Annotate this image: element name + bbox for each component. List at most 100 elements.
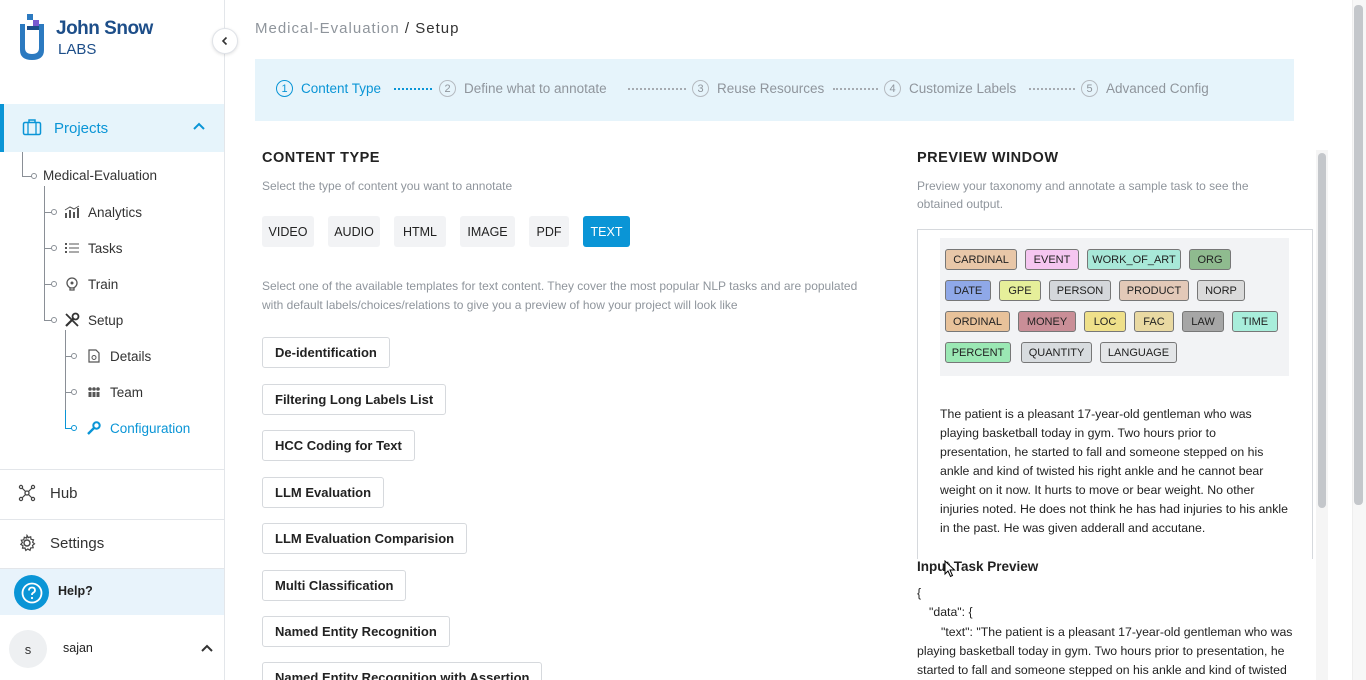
step-reuse-resources[interactable]: 3 Reuse Resources	[692, 80, 824, 97]
step-label: Define what to annotate	[464, 81, 607, 96]
content-type-image[interactable]: IMAGE	[460, 216, 515, 247]
json-line: "text": "The patient is a pleasant 17-ye…	[941, 625, 1293, 639]
help-button[interactable]: Help?	[0, 569, 224, 615]
sidebar-item-analytics[interactable]: Analytics	[64, 204, 142, 220]
label-chip[interactable]: PRODUCT	[1119, 280, 1189, 301]
label-chip[interactable]: CARDINAL	[945, 249, 1017, 270]
label-chip[interactable]: NORP	[1197, 280, 1245, 301]
sidebar-item-label: Settings	[50, 534, 105, 552]
input-task-preview-title: Input Task Preview	[917, 559, 1039, 574]
label-chip[interactable]: ORDINAL	[945, 311, 1010, 332]
template-deidentification[interactable]: De-identification	[262, 337, 390, 368]
content-type-video[interactable]: VIDEO	[262, 216, 314, 247]
json-line: "data": {	[929, 605, 973, 619]
breadcrumb-current: Setup	[415, 20, 460, 37]
sidebar-item-setup[interactable]: Setup	[64, 312, 123, 328]
template-llm-evaluation-comparison[interactable]: LLM Evaluation Comparision	[262, 523, 468, 554]
tree-node	[51, 209, 57, 215]
sidebar-item-settings[interactable]: Settings	[0, 519, 224, 567]
sidebar-item-configuration[interactable]: Configuration	[86, 420, 190, 436]
sidebar-item-label: Projects	[54, 119, 109, 137]
breadcrumb-separator: /	[399, 20, 416, 37]
label-chip[interactable]: ORG	[1189, 249, 1231, 270]
step-advanced-config[interactable]: 5 Advanced Config	[1081, 80, 1209, 97]
label-chip[interactable]: DATE	[945, 280, 991, 301]
preview-title: PREVIEW WINDOW	[917, 150, 1059, 166]
template-llm-evaluation[interactable]: LLM Evaluation	[262, 477, 385, 508]
sidebar-item-projects[interactable]: Projects	[0, 104, 224, 152]
brand-subname: LABS	[58, 41, 97, 58]
label-chip[interactable]: QUANTITY	[1021, 342, 1092, 363]
user-menu[interactable]: s sajan	[0, 624, 224, 674]
sample-task-text[interactable]: The patient is a pleasant 17-year-old ge…	[940, 405, 1290, 538]
page-scrollbar-thumb[interactable]	[1354, 5, 1363, 505]
template-ner-assertion[interactable]: Named Entity Recognition with Assertion	[262, 662, 543, 680]
tree-connector	[44, 186, 45, 320]
sidebar-item-label: Configuration	[110, 420, 191, 436]
tree-node	[71, 425, 77, 431]
label-chip[interactable]: PERSON	[1049, 280, 1111, 301]
sidebar-item-team[interactable]: Team	[86, 384, 143, 400]
hub-icon	[18, 484, 36, 502]
step-number: 5	[1081, 80, 1098, 97]
help-icon	[14, 575, 49, 610]
preview-scrollbar-thumb[interactable]	[1318, 153, 1326, 508]
label-chip[interactable]: FAC	[1134, 311, 1174, 332]
content-type-pdf[interactable]: PDF	[529, 216, 569, 247]
label-chip[interactable]: GPE	[999, 280, 1041, 301]
sidebar-item-hub[interactable]: Hub	[0, 469, 224, 517]
content-type-text[interactable]: TEXT	[583, 216, 630, 247]
label-chip[interactable]: WORK_OF_ART	[1087, 249, 1181, 270]
content-type-subtitle: Select the type of content you want to a…	[262, 179, 513, 193]
step-connector	[1029, 88, 1075, 90]
tree-connector	[22, 152, 23, 176]
breadcrumb: Medical-Evaluation / Setup	[255, 20, 459, 37]
tree-node	[71, 353, 77, 359]
label-chip[interactable]: LOC	[1084, 311, 1126, 332]
label-chip[interactable]: LANGUAGE	[1100, 342, 1177, 363]
breadcrumb-project[interactable]: Medical-Evaluation	[255, 20, 400, 37]
sidebar-item-tasks[interactable]: Tasks	[64, 240, 123, 256]
content-type-audio[interactable]: AUDIO	[328, 216, 380, 247]
chevron-up-icon[interactable]	[192, 120, 206, 134]
chart-icon	[64, 205, 80, 218]
tree-node	[31, 173, 37, 179]
sidebar-item-details[interactable]: Details	[86, 348, 151, 364]
label-chip[interactable]: EVENT	[1025, 249, 1079, 270]
sidebar-item-label: Details	[110, 348, 152, 364]
step-define-annotate[interactable]: 2 Define what to annotate	[439, 80, 607, 97]
step-number: 2	[439, 80, 456, 97]
tree-project[interactable]: Medical-Evaluation	[43, 168, 157, 183]
step-label: Reuse Resources	[717, 81, 825, 96]
content-type-title: CONTENT TYPE	[262, 150, 380, 166]
template-multi-classification[interactable]: Multi Classification	[262, 570, 407, 601]
avatar: s	[9, 630, 47, 668]
sidebar-collapse-button[interactable]	[212, 28, 238, 54]
sidebar-item-label: Setup	[88, 312, 124, 328]
app-window: John Snow LABS Projects Medical-Evaluati…	[0, 0, 1366, 680]
template-ner[interactable]: Named Entity Recognition	[262, 616, 450, 647]
user-name: sajan	[63, 641, 93, 655]
list-icon	[65, 243, 79, 253]
chevron-up-icon[interactable]	[200, 642, 214, 656]
json-line: {	[917, 586, 922, 600]
step-content-type[interactable]: 1 Content Type	[276, 80, 381, 97]
tree-node	[51, 245, 57, 251]
label-chip[interactable]: MONEY	[1018, 311, 1076, 332]
label-chip[interactable]: LAW	[1182, 311, 1224, 332]
label-chip[interactable]: TIME	[1232, 311, 1278, 332]
gear-icon	[19, 534, 36, 552]
template-hcc-coding[interactable]: HCC Coding for Text	[262, 430, 415, 461]
step-connector	[628, 88, 686, 90]
template-filtering-long-labels[interactable]: Filtering Long Labels List	[262, 384, 447, 415]
step-customize-labels[interactable]: 4 Customize Labels	[884, 80, 1016, 97]
preview-subtitle-line: obtained output.	[917, 197, 1004, 211]
sidebar-item-label: Train	[88, 276, 119, 292]
tree-node	[51, 317, 57, 323]
label-chip[interactable]: PERCENT	[945, 342, 1011, 363]
sidebar-item-train[interactable]: Train	[64, 276, 118, 292]
content-type-html[interactable]: HTML	[394, 216, 446, 247]
tree-node	[51, 281, 57, 287]
preview-subtitle-line: Preview your taxonomy and annotate a sam…	[917, 179, 1249, 193]
json-line: playing basketball today in gym. Two hou…	[917, 644, 1285, 658]
